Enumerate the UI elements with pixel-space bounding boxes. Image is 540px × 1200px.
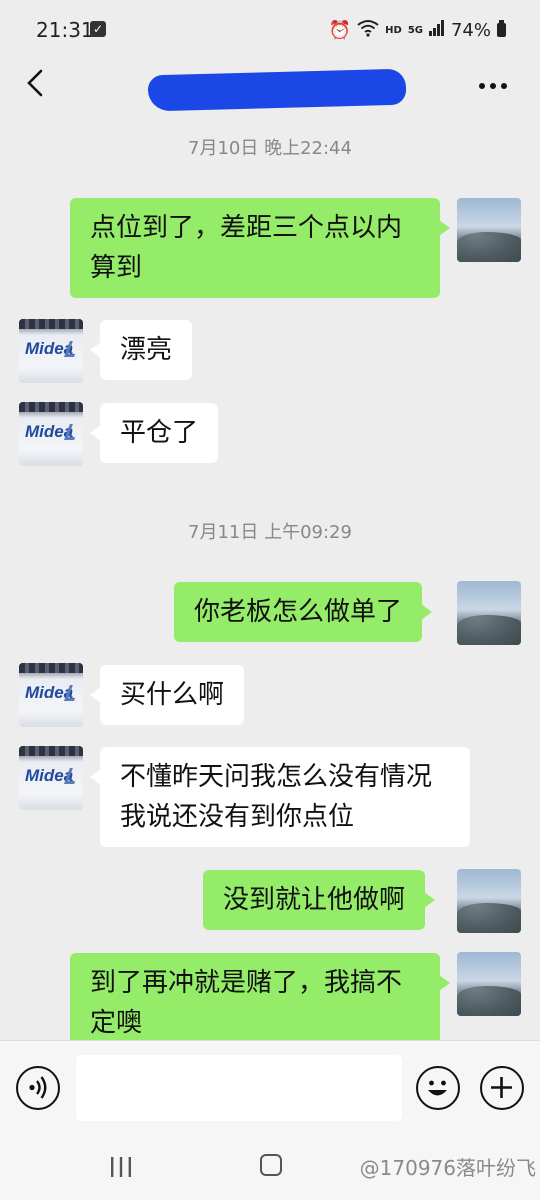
message-bubble-self[interactable]: 你老板怎么做单了 bbox=[174, 582, 433, 642]
more-dots-icon[interactable] bbox=[478, 78, 508, 90]
message-line: 定噢 bbox=[90, 1008, 143, 1038]
message-bubble-other[interactable]: 漂亮 bbox=[89, 320, 193, 380]
message-line: 不懂昨天问我怎么没有情况 bbox=[120, 762, 433, 792]
message-input[interactable] bbox=[76, 1055, 402, 1121]
signal-icon bbox=[428, 19, 445, 41]
hd-label: HD bbox=[385, 24, 402, 36]
input-bar bbox=[0, 1040, 540, 1140]
avatar-other[interactable]: Midea bbox=[19, 663, 83, 727]
avatar-self[interactable] bbox=[457, 581, 521, 645]
message-line: 漂亮 bbox=[120, 335, 173, 365]
avatar-other[interactable]: Midea bbox=[19, 746, 83, 810]
recents-icon[interactable] bbox=[108, 1156, 134, 1178]
status-bar: 21:31 ✓ ⏰ HD 5G 74% bbox=[0, 0, 540, 60]
message-bubble-self[interactable]: 点位到了，差距三个点以内 算到 bbox=[70, 198, 450, 298]
message-line: 买什么啊 bbox=[120, 680, 225, 710]
message-bubble-self[interactable]: 没到就让他做啊 bbox=[203, 870, 436, 930]
avatar-other[interactable]: Midea bbox=[19, 402, 83, 466]
message-line: 点位到了，差距三个点以内 bbox=[90, 213, 403, 243]
message-line: 算到 bbox=[90, 253, 143, 283]
timestamp: 7月10日 晚上22:44 bbox=[188, 138, 352, 159]
alarm-icon: ⏰ bbox=[328, 19, 352, 41]
status-icons: ⏰ HD 5G 74% bbox=[329, 16, 506, 44]
avatar-self[interactable] bbox=[457, 952, 521, 1016]
message-line: 到了再冲就是赌了，我搞不 bbox=[90, 968, 403, 998]
message-bubble-other[interactable]: 平仓了 bbox=[89, 403, 219, 463]
avatar-self[interactable] bbox=[457, 198, 521, 262]
chat-header bbox=[0, 60, 540, 120]
notification-check-icon: ✓ bbox=[90, 21, 106, 37]
redacted-contact-name bbox=[147, 68, 407, 112]
system-nav-bar: @170976落叶纷飞 bbox=[0, 1140, 540, 1200]
voice-icon[interactable] bbox=[16, 1066, 60, 1110]
message-line: 我说还没有到你点位 bbox=[120, 802, 355, 832]
wifi-icon bbox=[357, 19, 379, 42]
battery-icon bbox=[497, 20, 506, 37]
message-bubble-other[interactable]: 不懂昨天问我怎么没有情况 我说还没有到你点位 bbox=[90, 747, 470, 847]
timestamp: 7月11日 上午09:29 bbox=[188, 522, 352, 543]
avatar-self[interactable] bbox=[457, 869, 521, 933]
emoji-icon[interactable] bbox=[416, 1066, 460, 1110]
message-line: 你老板怎么做单了 bbox=[194, 597, 403, 627]
message-line: 没到就让他做啊 bbox=[223, 885, 406, 915]
chevron-left-icon[interactable] bbox=[22, 68, 52, 98]
message-bubble-other[interactable]: 买什么啊 bbox=[89, 665, 245, 725]
battery-percent: 74% bbox=[450, 19, 491, 41]
plus-icon[interactable] bbox=[480, 1066, 524, 1110]
avatar-other[interactable]: Midea bbox=[19, 319, 83, 383]
status-time: 21:31 bbox=[36, 18, 94, 42]
watermark-text: @170976落叶纷飞 bbox=[359, 1156, 536, 1180]
message-bubble-self[interactable]: 到了再冲就是赌了，我搞不 定噢 bbox=[70, 953, 450, 1041]
message-line: 平仓了 bbox=[120, 418, 199, 448]
network-label: 5G bbox=[407, 24, 423, 36]
home-icon[interactable] bbox=[260, 1154, 282, 1176]
